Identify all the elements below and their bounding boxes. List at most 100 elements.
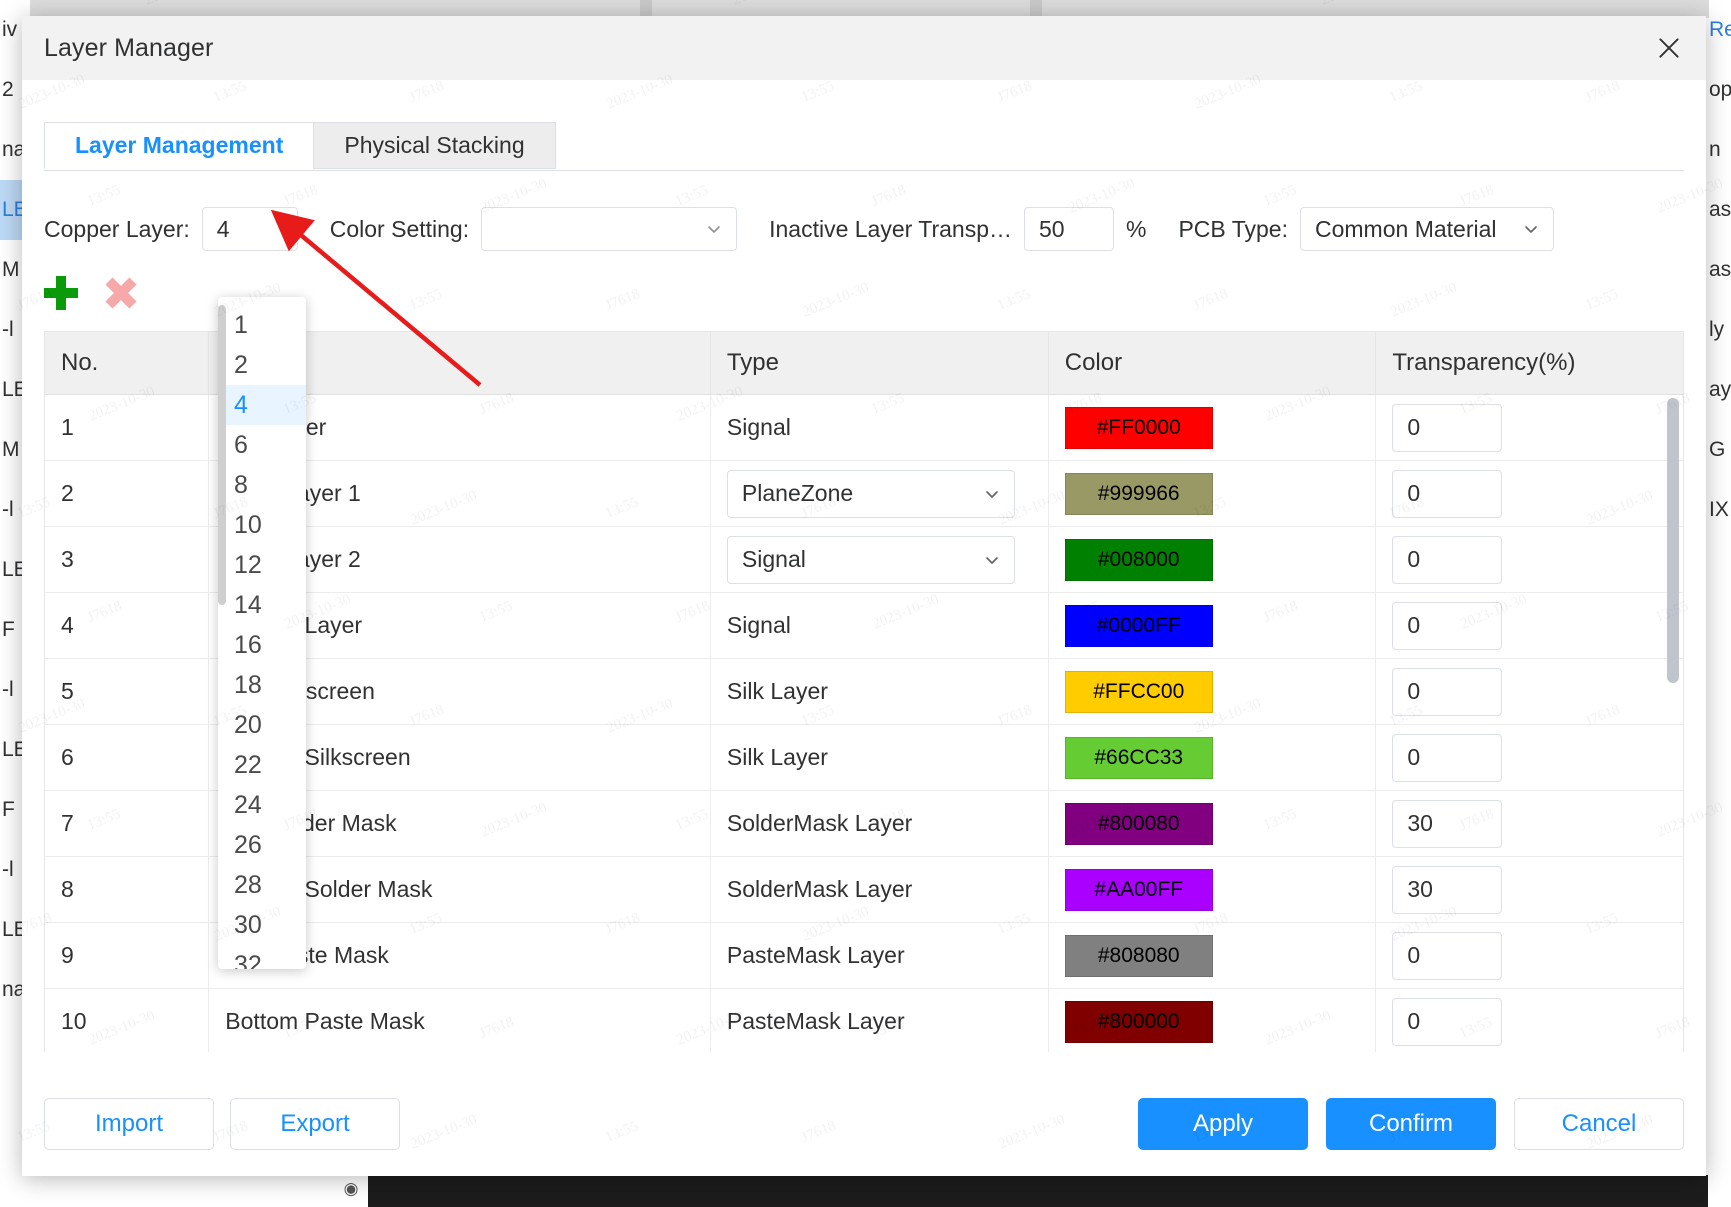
cell-transparency[interactable]: 30	[1375, 856, 1683, 923]
copper-layer-label: Copper Layer:	[44, 215, 190, 242]
dropdown-option[interactable]: 4	[218, 385, 306, 425]
dropdown-option[interactable]: 22	[218, 745, 306, 785]
cell-type[interactable]: SolderMask Layer	[710, 856, 1049, 923]
transparency-input[interactable]: 30	[1392, 865, 1503, 914]
dropdown-option[interactable]: 32	[218, 945, 306, 969]
cell-transparency[interactable]: 0	[1375, 592, 1683, 659]
cancel-button[interactable]: Cancel	[1514, 1098, 1684, 1150]
transparency-input[interactable]: 0	[1392, 535, 1503, 584]
copper-layer-stepper[interactable]: 4 ^	[201, 207, 298, 251]
transparency-input[interactable]: 0	[1392, 469, 1503, 518]
tab-layer-management[interactable]: Layer Management	[44, 122, 315, 169]
cell-transparency[interactable]: 0	[1375, 988, 1683, 1052]
confirm-button[interactable]: Confirm	[1326, 1098, 1496, 1150]
dropdown-option[interactable]: 30	[218, 905, 306, 945]
cell-color[interactable]: #808080	[1048, 922, 1377, 989]
dropdown-option[interactable]: 8	[218, 465, 306, 505]
cell-transparency[interactable]: 0	[1375, 394, 1683, 461]
cell-color[interactable]: #66CC33	[1048, 724, 1377, 791]
cell-type[interactable]: Silk Layer	[710, 658, 1049, 725]
cell-type[interactable]: PasteMask Layer	[710, 988, 1049, 1052]
cell-color[interactable]: #0000FF	[1048, 592, 1377, 659]
color-setting-select[interactable]	[481, 207, 738, 251]
background-right-panel: Re op n as ask ly ay G IX	[1709, 0, 1731, 1207]
table-row[interactable]: 10 Bottom Paste Mask PasteMask Layer #80000…	[45, 988, 1683, 1052]
dropdown-option[interactable]: 6	[218, 425, 306, 465]
background-list-item: Re	[1709, 18, 1731, 41]
color-hex-label: #FFCC00	[1093, 679, 1185, 703]
dropdown-option[interactable]: 18	[218, 665, 306, 705]
import-button[interactable]: Import	[44, 1098, 214, 1150]
export-button[interactable]: Export	[230, 1098, 400, 1150]
cell-color[interactable]: #008000	[1048, 526, 1377, 593]
dropdown-scrollbar[interactable]	[218, 305, 226, 961]
dropdown-option[interactable]: 10	[218, 505, 306, 545]
color-swatch[interactable]: #66CC33	[1064, 736, 1213, 779]
dropdown-option[interactable]: 12	[218, 545, 306, 585]
dropdown-option[interactable]: 1	[218, 305, 306, 345]
cell-color[interactable]: #FFCC00	[1048, 658, 1377, 725]
type-select[interactable]: PlaneZone	[726, 469, 1015, 518]
copper-layer-dropdown[interactable]: 1 2 4 6 8 10 12 14 16 18 20 22 24 26 28 30 32	[218, 297, 306, 969]
table-scrollbar-thumb[interactable]	[1667, 398, 1679, 683]
cell-color[interactable]: #FF0000	[1048, 394, 1377, 461]
cell-no: 5	[45, 658, 210, 725]
cell-type[interactable]: Silk Layer	[710, 724, 1049, 791]
cell-type[interactable]: PasteMask Layer	[710, 922, 1049, 989]
cell-color[interactable]: #800000	[1048, 988, 1377, 1052]
cell-transparency[interactable]: 0	[1375, 658, 1683, 725]
cell-name[interactable]: Bottom Paste Mask	[208, 988, 711, 1052]
color-swatch[interactable]: #808080	[1064, 934, 1213, 977]
dropdown-option[interactable]: 20	[218, 705, 306, 745]
plus-icon[interactable]	[44, 276, 78, 310]
dropdown-option[interactable]: 28	[218, 865, 306, 905]
transparency-input[interactable]: 0	[1392, 601, 1503, 650]
cell-transparency[interactable]: 0	[1375, 460, 1683, 527]
table-scrollbar[interactable]	[1667, 398, 1679, 1046]
cell-transparency[interactable]: 30	[1375, 790, 1683, 857]
inactive-transparency-input[interactable]: 50	[1024, 207, 1115, 251]
pcb-type-select[interactable]: Common Material	[1300, 207, 1554, 251]
transparency-input[interactable]: 30	[1392, 799, 1503, 848]
cell-transparency[interactable]: 0	[1375, 724, 1683, 791]
color-swatch[interactable]: #800080	[1064, 802, 1213, 845]
transparency-input[interactable]: 0	[1392, 667, 1503, 716]
cell-no: 9	[45, 922, 210, 989]
color-swatch[interactable]: #800000	[1064, 1000, 1213, 1043]
cell-type[interactable]: PlaneZone	[710, 460, 1049, 527]
chevron-up-icon[interactable]: ^	[280, 222, 287, 237]
tab-physical-stacking[interactable]: Physical Stacking	[313, 122, 556, 169]
close-x-icon[interactable]	[104, 276, 138, 310]
cell-type[interactable]: Signal	[710, 526, 1049, 593]
cell-type[interactable]: SolderMask Layer	[710, 790, 1049, 857]
transparency-input[interactable]: 0	[1392, 403, 1503, 452]
color-swatch[interactable]: #FFCC00	[1064, 670, 1213, 713]
cell-type[interactable]: Signal	[710, 592, 1049, 659]
cell-color[interactable]: #800080	[1048, 790, 1377, 857]
dropdown-option[interactable]: 16	[218, 625, 306, 665]
dropdown-scrollbar-thumb[interactable]	[218, 305, 226, 605]
close-icon[interactable]	[1652, 31, 1686, 65]
cell-transparency[interactable]: 0	[1375, 922, 1683, 989]
dropdown-option[interactable]: 14	[218, 585, 306, 625]
cell-type[interactable]: Signal	[710, 394, 1049, 461]
transparency-input[interactable]: 0	[1392, 931, 1503, 980]
color-swatch[interactable]: #999966	[1064, 472, 1213, 515]
color-swatch[interactable]: #008000	[1064, 538, 1213, 581]
cell-color[interactable]: #999966	[1048, 460, 1377, 527]
background-console-area	[368, 1175, 1708, 1207]
dropdown-option[interactable]: 26	[218, 825, 306, 865]
type-select[interactable]: Signal	[726, 535, 1015, 584]
transparency-input[interactable]: 0	[1392, 997, 1503, 1046]
cell-color[interactable]: #AA00FF	[1048, 856, 1377, 923]
cell-transparency[interactable]: 0	[1375, 526, 1683, 593]
color-swatch[interactable]: #AA00FF	[1064, 868, 1213, 911]
color-hex-label: #AA00FF	[1094, 877, 1184, 901]
color-swatch[interactable]: #FF0000	[1064, 406, 1213, 449]
color-swatch[interactable]: #0000FF	[1064, 604, 1213, 647]
apply-button[interactable]: Apply	[1138, 1098, 1308, 1150]
tab-bar: Layer Management Physical Stacking	[44, 122, 1684, 171]
dropdown-option[interactable]: 24	[218, 785, 306, 825]
dropdown-option[interactable]: 2	[218, 345, 306, 385]
transparency-input[interactable]: 0	[1392, 733, 1503, 782]
